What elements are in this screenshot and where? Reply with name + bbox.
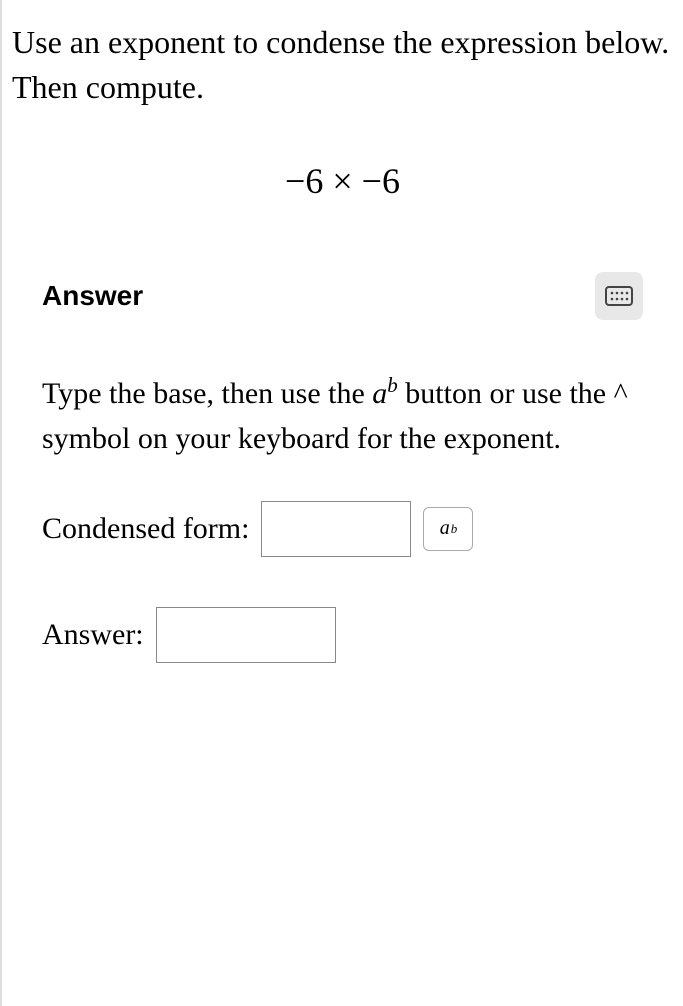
answer-row: Answer:: [42, 607, 643, 663]
answer-header: Answer: [42, 272, 643, 320]
keyboard-icon-button[interactable]: [595, 272, 643, 320]
instruction-text: Type the base, then use the ab button or…: [42, 370, 643, 461]
condensed-form-label: Condensed form:: [42, 512, 249, 546]
answer-input-label: Answer:: [42, 618, 144, 652]
instruction-math-base: a: [372, 377, 387, 410]
instruction-math-exp: b: [387, 373, 398, 397]
exponent-button-base: a: [440, 517, 450, 540]
condensed-form-input[interactable]: [261, 501, 411, 557]
exponent-button-exp: b: [451, 521, 458, 537]
answer-input[interactable]: [156, 607, 336, 663]
answer-heading: Answer: [42, 280, 143, 312]
math-expression: −6 × −6: [12, 160, 673, 202]
exponent-button[interactable]: ab: [423, 507, 473, 551]
keyboard-icon: [605, 286, 633, 306]
answer-section: Answer Type the base, then use the ab bu…: [12, 272, 673, 663]
instruction-prefix: Type the base, then use the: [42, 377, 372, 410]
question-prompt: Use an exponent to condense the expressi…: [12, 20, 673, 110]
condensed-form-row: Condensed form: ab: [42, 501, 643, 557]
